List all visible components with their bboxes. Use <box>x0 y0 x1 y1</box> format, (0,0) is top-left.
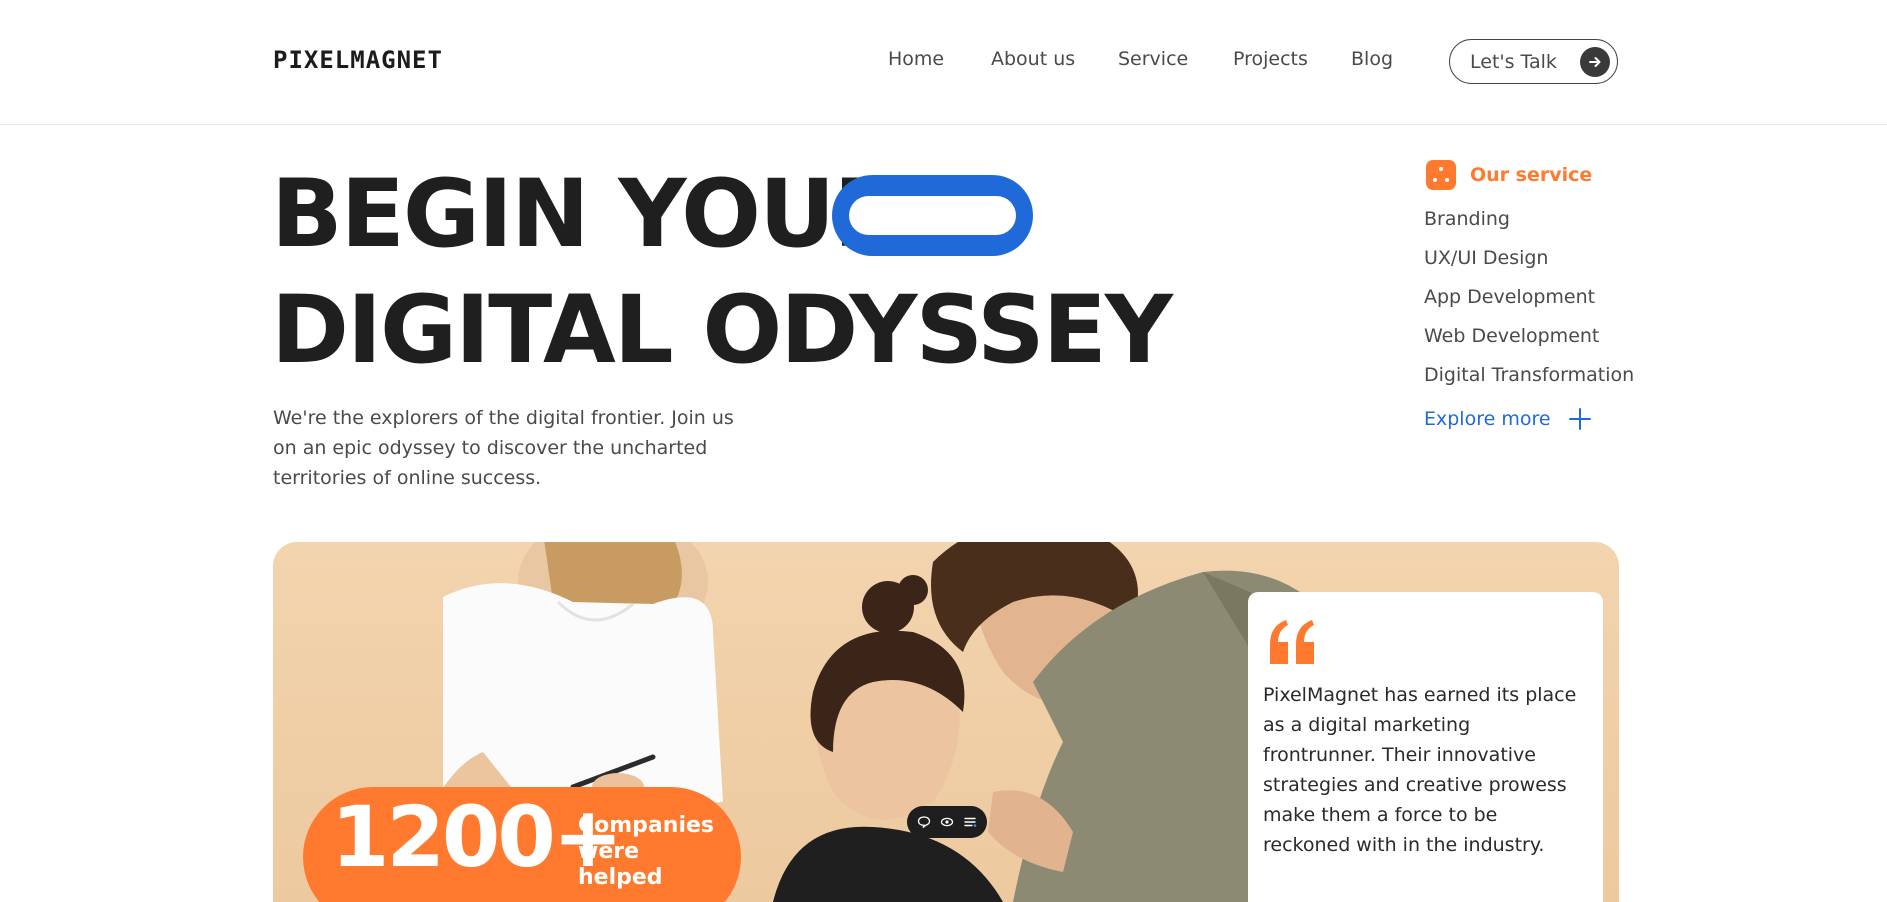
floating-toolbar <box>907 806 987 838</box>
stat-badge: 1200+ Companies were helped <box>303 787 741 902</box>
lets-talk-label: Let's Talk <box>1470 50 1557 73</box>
arrow-right-icon <box>1580 46 1610 77</box>
hero-title-line-2: DIGITAL ODYSSEY <box>271 276 1173 385</box>
comment-icon[interactable] <box>915 813 933 831</box>
our-service-heading: Our service <box>1426 160 1592 190</box>
nav-blog[interactable]: Blog <box>1351 48 1393 70</box>
explore-more-link[interactable]: Explore more <box>1424 408 1591 430</box>
service-item-branding[interactable]: Branding <box>1424 208 1510 230</box>
hero-description: We're the explorers of the digital front… <box>273 407 734 489</box>
nav-service[interactable]: Service <box>1118 48 1188 70</box>
stat-number: 1200+ <box>331 788 623 886</box>
list-icon[interactable] <box>961 813 979 831</box>
blue-pill-graphic <box>832 175 1033 256</box>
stat-label: Companies were helped <box>578 813 714 890</box>
testimonial-quote: PixelMagnet has earned its place as a di… <box>1263 684 1577 856</box>
nav-projects[interactable]: Projects <box>1233 48 1308 70</box>
our-service-title: Our service <box>1470 164 1593 186</box>
site-header: PIXELMAGNET Home About us Service Projec… <box>0 0 1887 125</box>
nav-about-us[interactable]: About us <box>991 48 1075 70</box>
explore-more-label: Explore more <box>1424 408 1551 430</box>
service-item-digital-transformation[interactable]: Digital Transformation <box>1424 364 1634 386</box>
service-item-app-development[interactable]: App Development <box>1424 286 1595 308</box>
testimonial-card: PixelMagnet has earned its place as a di… <box>1248 592 1603 902</box>
quote-icon <box>1270 620 1314 664</box>
service-item-web-development[interactable]: Web Development <box>1424 325 1599 347</box>
hero-title-line-1: BEGIN YOUR <box>271 160 906 269</box>
nav-home[interactable]: Home <box>888 48 944 70</box>
logo[interactable]: PIXELMAGNET <box>273 46 443 74</box>
plus-icon <box>1568 408 1591 430</box>
lets-talk-button[interactable]: Let's Talk <box>1449 39 1618 84</box>
eye-icon[interactable] <box>938 813 956 831</box>
service-item-ux-ui-design[interactable]: UX/UI Design <box>1424 247 1548 269</box>
hero-banner: 1200+ Companies were helped PixelMagnet … <box>273 542 1619 902</box>
dice-icon <box>1426 160 1456 190</box>
